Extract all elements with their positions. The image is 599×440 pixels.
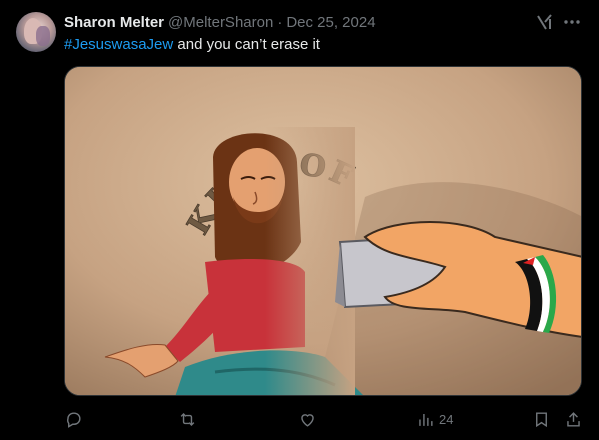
post-date[interactable]: Dec 25, 2024	[286, 14, 375, 31]
like-button[interactable]	[298, 408, 317, 430]
views-button[interactable]: 24	[416, 408, 453, 430]
reply-icon	[67, 411, 81, 428]
reply-button[interactable]	[64, 408, 83, 430]
grok-icon[interactable]	[535, 12, 555, 32]
more-options-icon[interactable]	[562, 12, 582, 32]
user-handle[interactable]: @MelterSharon	[168, 14, 273, 31]
share-button[interactable]	[564, 408, 583, 430]
retweet-button[interactable]	[178, 408, 197, 430]
avatar[interactable]	[16, 12, 56, 52]
display-name[interactable]: Sharon Melter	[64, 14, 164, 31]
action-bar: 24	[0, 406, 599, 432]
tweet-body: and you can’t erase it	[173, 36, 320, 53]
tweet-image[interactable]: KING OF THE JEWS	[64, 66, 582, 396]
tweet-text: #JesuswasaJew and you can’t erase it	[64, 35, 320, 55]
tweet-header: Sharon Melter @MelterSharon · Dec 25, 20…	[64, 12, 376, 32]
retweet-icon	[180, 412, 195, 426]
views-icon	[419, 413, 433, 426]
separator: ·	[277, 13, 283, 31]
views-count: 24	[439, 411, 454, 427]
share-icon	[567, 411, 580, 427]
hashtag-link[interactable]: #JesuswasaJew	[64, 36, 173, 53]
bookmark-icon	[536, 411, 547, 427]
like-icon	[301, 413, 314, 427]
bookmark-button[interactable]	[532, 408, 551, 430]
